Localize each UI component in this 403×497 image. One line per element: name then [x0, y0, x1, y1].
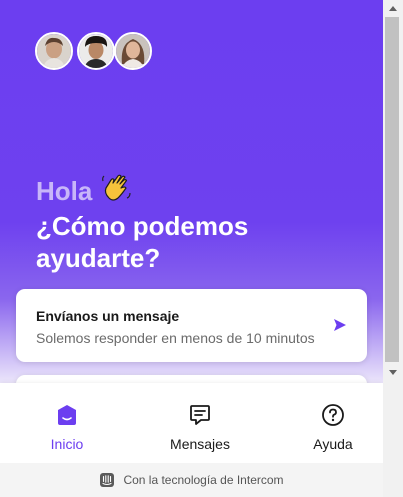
- tab-label: Ayuda: [313, 436, 353, 452]
- greeting: Hola ¿Cómo podemos ayudarte?: [36, 174, 336, 274]
- tab-label: Mensajes: [170, 436, 230, 452]
- card-title: Envíanos un mensaje: [36, 308, 180, 324]
- messages-icon: [190, 405, 210, 425]
- tab-label: Inicio: [50, 436, 84, 452]
- messenger-window: Hola ¿Cómo podemos ayudarte? Envíanos un…: [0, 0, 383, 497]
- send-icon: [334, 319, 346, 331]
- scroll-down-arrow-icon[interactable]: [389, 370, 397, 375]
- card-subtitle: Solemos responder en menos de 10 minutos: [36, 330, 315, 346]
- powered-by-footer[interactable]: Con la tecnología de Intercom: [0, 463, 383, 497]
- scrollbar[interactable]: [383, 0, 403, 497]
- scroll-up-arrow-icon[interactable]: [389, 6, 397, 11]
- intercom-logo-icon: [100, 473, 115, 487]
- bottom-tab-bar: Inicio Mensajes Ayuda: [0, 383, 383, 463]
- help-question: ¿Cómo podemos ayudarte?: [36, 211, 249, 273]
- avatar: [114, 32, 152, 70]
- wave-emoji-icon: [100, 172, 132, 211]
- send-message-card[interactable]: Envíanos un mensaje Solemos responder en…: [16, 289, 367, 362]
- scrollbar-thumb[interactable]: [385, 17, 399, 362]
- avatar: [77, 32, 115, 70]
- greeting-text: Hola: [36, 175, 93, 206]
- tab-ayuda[interactable]: Ayuda: [273, 383, 383, 463]
- footer-text: Con la tecnología de Intercom: [123, 473, 284, 487]
- tab-mensajes[interactable]: Mensajes: [140, 383, 260, 463]
- avatar: [35, 32, 73, 70]
- tab-inicio[interactable]: Inicio: [7, 383, 127, 463]
- home-icon: [58, 405, 76, 425]
- greeting-line: Hola: [36, 174, 336, 208]
- help-icon: [322, 404, 344, 426]
